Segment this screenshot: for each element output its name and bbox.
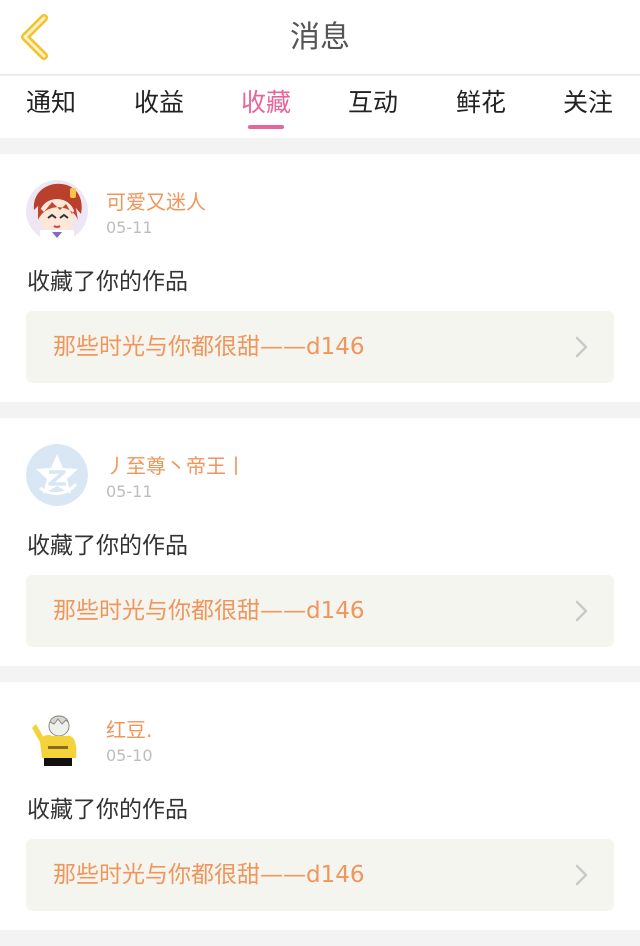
- qzone-star-avatar-icon: [26, 444, 88, 506]
- message-card: 红豆. 05-10 收藏了你的作品 那些时光与你都很甜——d146: [0, 682, 640, 930]
- anime-girl-avatar-icon: [26, 180, 88, 242]
- tab-following[interactable]: 关注: [543, 76, 633, 138]
- chevron-right-icon: [575, 600, 588, 622]
- message-card: 丿至尊丶帝王丨 05-11 收藏了你的作品 那些时光与你都很甜——d146: [0, 418, 640, 666]
- work-link[interactable]: 那些时光与你都很甜——d146: [26, 839, 614, 911]
- action-text: 收藏了你的作品: [27, 797, 188, 823]
- action-text: 收藏了你的作品: [27, 533, 188, 559]
- message-card: 可爱又迷人 05-11 收藏了你的作品 那些时光与你都很甜——d146: [0, 154, 640, 402]
- yellow-sweater-avatar-icon: [26, 708, 88, 770]
- username[interactable]: 可爱又迷人: [106, 186, 206, 215]
- tab-interactions[interactable]: 互动: [328, 76, 418, 138]
- top-bar: 消息: [0, 0, 640, 75]
- chevron-right-icon: [575, 864, 588, 886]
- action-text: 收藏了你的作品: [27, 269, 188, 295]
- chevron-right-icon: [575, 336, 588, 358]
- work-title: 那些时光与你都很甜——d146: [53, 598, 365, 624]
- tab-bar: 通知 收益 收藏 互动 鲜花 关注: [0, 76, 640, 138]
- message-date: 05-10: [106, 746, 153, 765]
- work-title: 那些时光与你都很甜——d146: [53, 334, 365, 360]
- username[interactable]: 红豆.: [106, 714, 152, 743]
- work-link[interactable]: 那些时光与你都很甜——d146: [26, 575, 614, 647]
- message-date: 05-11: [106, 482, 153, 501]
- tab-favorites[interactable]: 收藏: [221, 76, 311, 138]
- active-tab-indicator: [248, 125, 284, 129]
- tab-favorites-label: 收藏: [240, 88, 291, 117]
- avatar[interactable]: [26, 180, 88, 242]
- page-title: 消息: [290, 20, 350, 55]
- avatar[interactable]: [26, 708, 88, 770]
- message-date: 05-11: [106, 218, 153, 237]
- avatar[interactable]: [26, 444, 88, 506]
- tab-flowers[interactable]: 鲜花: [436, 76, 526, 138]
- work-link[interactable]: 那些时光与你都很甜——d146: [26, 311, 614, 383]
- tab-notice[interactable]: 通知: [6, 76, 96, 138]
- tab-earnings[interactable]: 收益: [114, 76, 204, 138]
- work-title: 那些时光与你都很甜——d146: [53, 862, 365, 888]
- username[interactable]: 丿至尊丶帝王丨: [106, 450, 246, 479]
